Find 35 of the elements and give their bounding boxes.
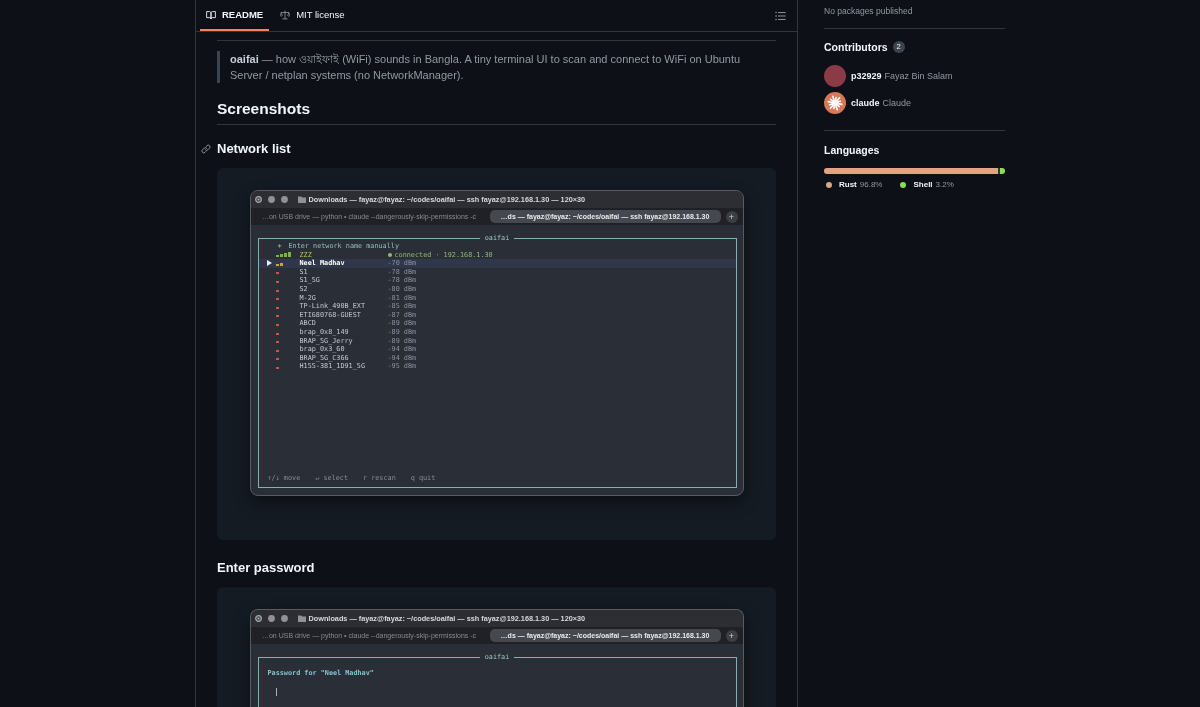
section-heading: Screenshots xyxy=(217,98,776,125)
readme-tab[interactable]: README xyxy=(200,0,270,31)
new-tab-button[interactable]: + xyxy=(725,210,738,223)
list-icon[interactable] xyxy=(775,10,786,21)
language-name: Shell xyxy=(913,179,933,191)
language-percent: 3.2% xyxy=(935,179,954,191)
window-minimize-icon xyxy=(267,196,275,203)
selection-marker-icon xyxy=(266,260,272,267)
contributor-login[interactable]: claude xyxy=(851,98,880,108)
contributor-name: Claude xyxy=(882,98,912,108)
window-close-icon xyxy=(254,196,262,203)
sidebar-heading: Languages xyxy=(824,143,881,158)
contributor-login[interactable]: p32929 xyxy=(851,71,882,81)
folder-icon xyxy=(297,615,306,622)
sparkle-icon xyxy=(824,92,846,114)
blockquote-text: oaifai — how ওয়াইফাই (WiFi) sounds in Bangla. A tiny terminal UI to scan and connect to WiFi on Ubuntu Server / netplan systems (no NetworkManager). xyxy=(217,51,776,83)
subsection-heading: Enter password xyxy=(217,559,315,577)
folder-icon xyxy=(297,196,306,203)
window-minimize-icon xyxy=(267,615,275,622)
contributor-name: Fayaz Bin Salam xyxy=(884,71,953,81)
packages-note: No packages published xyxy=(824,5,914,18)
text-cursor-icon xyxy=(275,688,277,696)
window-maximize-icon xyxy=(280,615,288,622)
language-name: Rust xyxy=(839,179,857,191)
language-percent: 96.8% xyxy=(859,179,883,191)
subsection-heading: Network list xyxy=(217,140,291,158)
window-maximize-icon xyxy=(280,196,288,203)
scale-icon xyxy=(280,9,291,20)
book-icon xyxy=(206,9,216,20)
window-close-icon xyxy=(254,615,262,622)
link-icon[interactable] xyxy=(201,144,211,154)
license-tab[interactable]: MIT license xyxy=(274,0,351,31)
new-tab-button[interactable]: + xyxy=(725,629,738,642)
sidebar-heading: Contributors xyxy=(824,40,888,55)
avatar xyxy=(824,65,846,87)
